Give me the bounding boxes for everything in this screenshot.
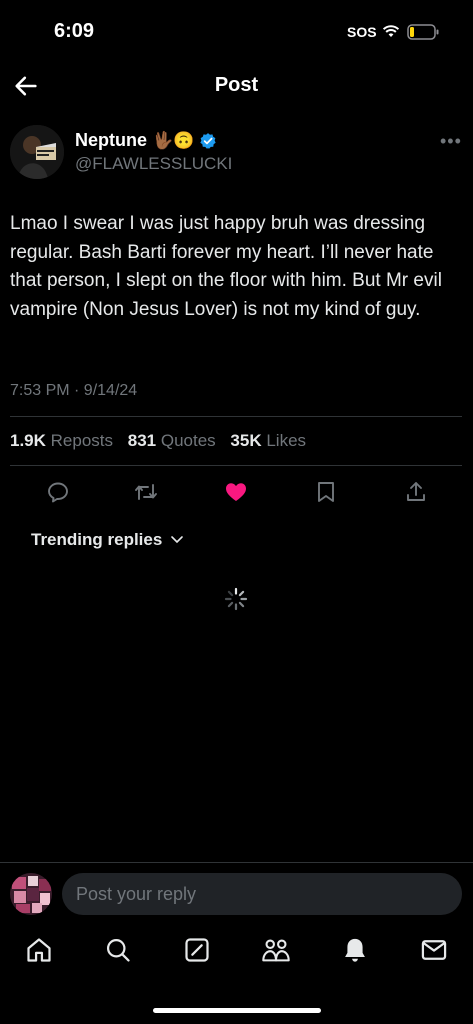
- reposts-count: 1.9K: [10, 431, 46, 450]
- communities-icon: [262, 939, 290, 962]
- tab-home[interactable]: [24, 935, 54, 965]
- likes-label: Likes: [266, 431, 307, 450]
- page-title: Post: [214, 74, 259, 96]
- tab-search[interactable]: [103, 935, 133, 965]
- replies-sort-dropdown[interactable]: Trending replies: [31, 530, 184, 550]
- reply-composer: [0, 862, 473, 925]
- heart-icon: [226, 483, 246, 501]
- user-avatar[interactable]: [10, 873, 52, 915]
- reply-input[interactable]: [62, 873, 462, 915]
- like-button[interactable]: [222, 478, 250, 506]
- verified-badge-icon: [200, 132, 216, 149]
- avatar[interactable]: [10, 125, 64, 179]
- post-stats: 1.9K Reposts 831 Quotes 35K Likes: [10, 431, 316, 451]
- repost-icon: [135, 484, 157, 500]
- chevron-down-icon: [171, 536, 184, 544]
- author-row[interactable]: Neptune 🖖🏾🙃: [75, 130, 217, 151]
- replies-sort-label: Trending replies: [31, 530, 163, 549]
- tab-communities[interactable]: [261, 935, 291, 965]
- repost-button[interactable]: [132, 478, 160, 506]
- top-nav: Post: [0, 62, 473, 110]
- bottom-tab-bar: [0, 925, 473, 985]
- quotes-label: Quotes: [160, 431, 216, 450]
- share-button[interactable]: [402, 478, 430, 506]
- author-name[interactable]: Neptune: [75, 130, 147, 151]
- status-time: 6:09: [54, 20, 95, 42]
- likes-count: 35K: [230, 431, 262, 450]
- status-carrier: SOS: [347, 24, 377, 40]
- notifications-icon: [345, 938, 365, 962]
- likes-stat[interactable]: 35K Likes: [230, 431, 306, 450]
- reply-icon: [48, 482, 68, 503]
- share-icon: [407, 482, 425, 501]
- post-timestamp[interactable]: 7:53 PM · 9/14/24: [10, 382, 137, 400]
- reply-button[interactable]: [44, 478, 72, 506]
- tab-messages[interactable]: [419, 935, 449, 965]
- home-icon: [27, 938, 51, 962]
- compose-icon: [185, 938, 209, 962]
- loading-spinner-icon: [224, 587, 248, 611]
- divider: [10, 416, 462, 417]
- more-icon[interactable]: •••: [440, 131, 462, 152]
- status-bar: 6:09 SOS: [0, 0, 473, 62]
- reposts-stat[interactable]: 1.9K Reposts: [10, 431, 113, 450]
- search-icon: [106, 938, 130, 962]
- divider: [10, 465, 462, 466]
- bookmark-icon: [318, 482, 334, 502]
- tab-notifications[interactable]: [340, 935, 370, 965]
- battery-icon: [407, 24, 439, 40]
- messages-icon: [421, 940, 447, 960]
- reposts-label: Reposts: [50, 431, 114, 450]
- quotes-stat[interactable]: 831 Quotes: [128, 431, 216, 450]
- post-text: Lmao I swear I was just happy bruh was d…: [10, 213, 442, 320]
- wifi-icon: [382, 25, 400, 37]
- quotes-count: 831: [127, 431, 157, 450]
- home-indicator: [153, 1008, 321, 1013]
- tab-compose[interactable]: [182, 935, 212, 965]
- bookmark-button[interactable]: [312, 478, 340, 506]
- name-emojis: 🖖🏾🙃: [152, 130, 195, 150]
- author-handle[interactable]: @FLAWLESSLUCKI: [75, 154, 232, 174]
